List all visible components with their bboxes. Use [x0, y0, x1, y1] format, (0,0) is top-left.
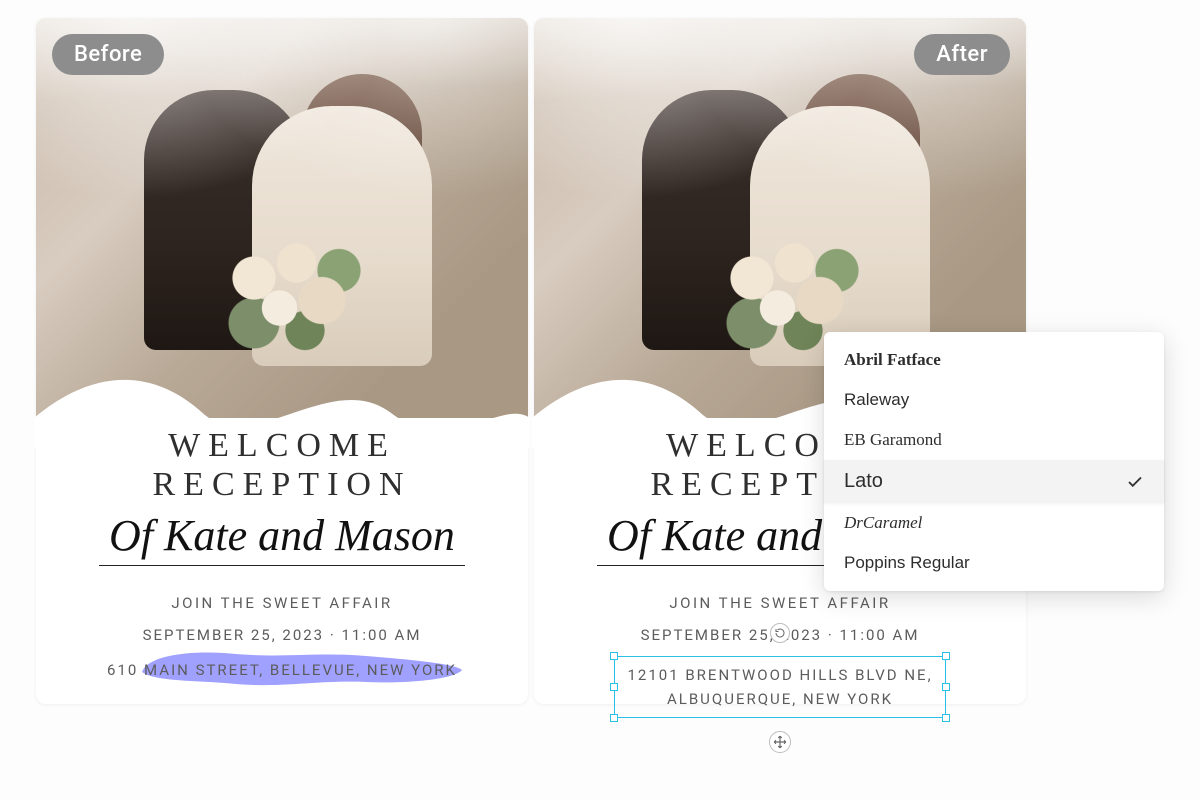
address-line1[interactable]: 12101 BRENTWOOD HILLS BLVD NE,	[627, 666, 932, 684]
invite-subtitle: JOIN THE SWEET AFFAIR	[72, 594, 492, 612]
font-option-label: DrCaramel	[844, 513, 922, 533]
before-badge: Before	[52, 34, 164, 75]
font-option-poppins-regular[interactable]: Poppins Regular	[824, 543, 1164, 583]
font-option-label: Raleway	[844, 390, 909, 410]
font-option-eb-garamond[interactable]: EB Garamond	[824, 420, 1164, 460]
selected-text-frame[interactable]: 12101 BRENTWOOD HILLS BLVD NE, ALBUQUERQ…	[614, 656, 945, 718]
before-card: Before WELCOME RECEPTION Of Kate and Mas…	[36, 18, 528, 704]
resize-handle-br[interactable]	[942, 714, 950, 722]
rotate-icon	[774, 627, 786, 639]
invite-subtitle[interactable]: JOIN THE SWEET AFFAIR	[570, 594, 990, 612]
check-icon	[1126, 473, 1144, 491]
title-line1: WELCOME	[168, 427, 396, 464]
font-option-label: Poppins Regular	[844, 553, 970, 573]
invite-date: SEPTEMBER 25, 2023 · 11:00 AM	[72, 626, 492, 644]
font-option-label: EB Garamond	[844, 430, 942, 450]
resize-handle-tr[interactable]	[942, 652, 950, 660]
resize-handle-mr[interactable]	[942, 683, 950, 691]
after-badge: After	[914, 34, 1010, 75]
move-handle[interactable]	[769, 731, 791, 753]
font-picker-menu[interactable]: Abril Fatface Raleway EB Garamond Lato DrCar…	[824, 332, 1164, 591]
resize-handle-ml[interactable]	[610, 683, 618, 691]
address-line2[interactable]: ALBUQUERQUE, NEW YORK	[667, 690, 893, 708]
invite-address-before: 610 MAIN STREET, BELLEVUE, NEW YORK	[72, 658, 492, 682]
resize-handle-tl[interactable]	[610, 652, 618, 660]
font-option-abril-fatface[interactable]: Abril Fatface	[824, 340, 1164, 380]
title-line2: RECEPTION	[153, 466, 412, 503]
invite-names: Of Kate and Mason	[99, 510, 465, 566]
font-option-drcaramel[interactable]: DrCaramel	[824, 503, 1164, 543]
font-option-label: Abril Fatface	[844, 350, 941, 370]
move-icon	[773, 735, 787, 749]
font-option-lato[interactable]: Lato	[824, 460, 1164, 503]
resize-handle-bl[interactable]	[610, 714, 618, 722]
invite-title: WELCOME RECEPTION	[72, 426, 492, 504]
font-option-raleway[interactable]: Raleway	[824, 380, 1164, 420]
font-option-label: Lato	[844, 470, 883, 493]
